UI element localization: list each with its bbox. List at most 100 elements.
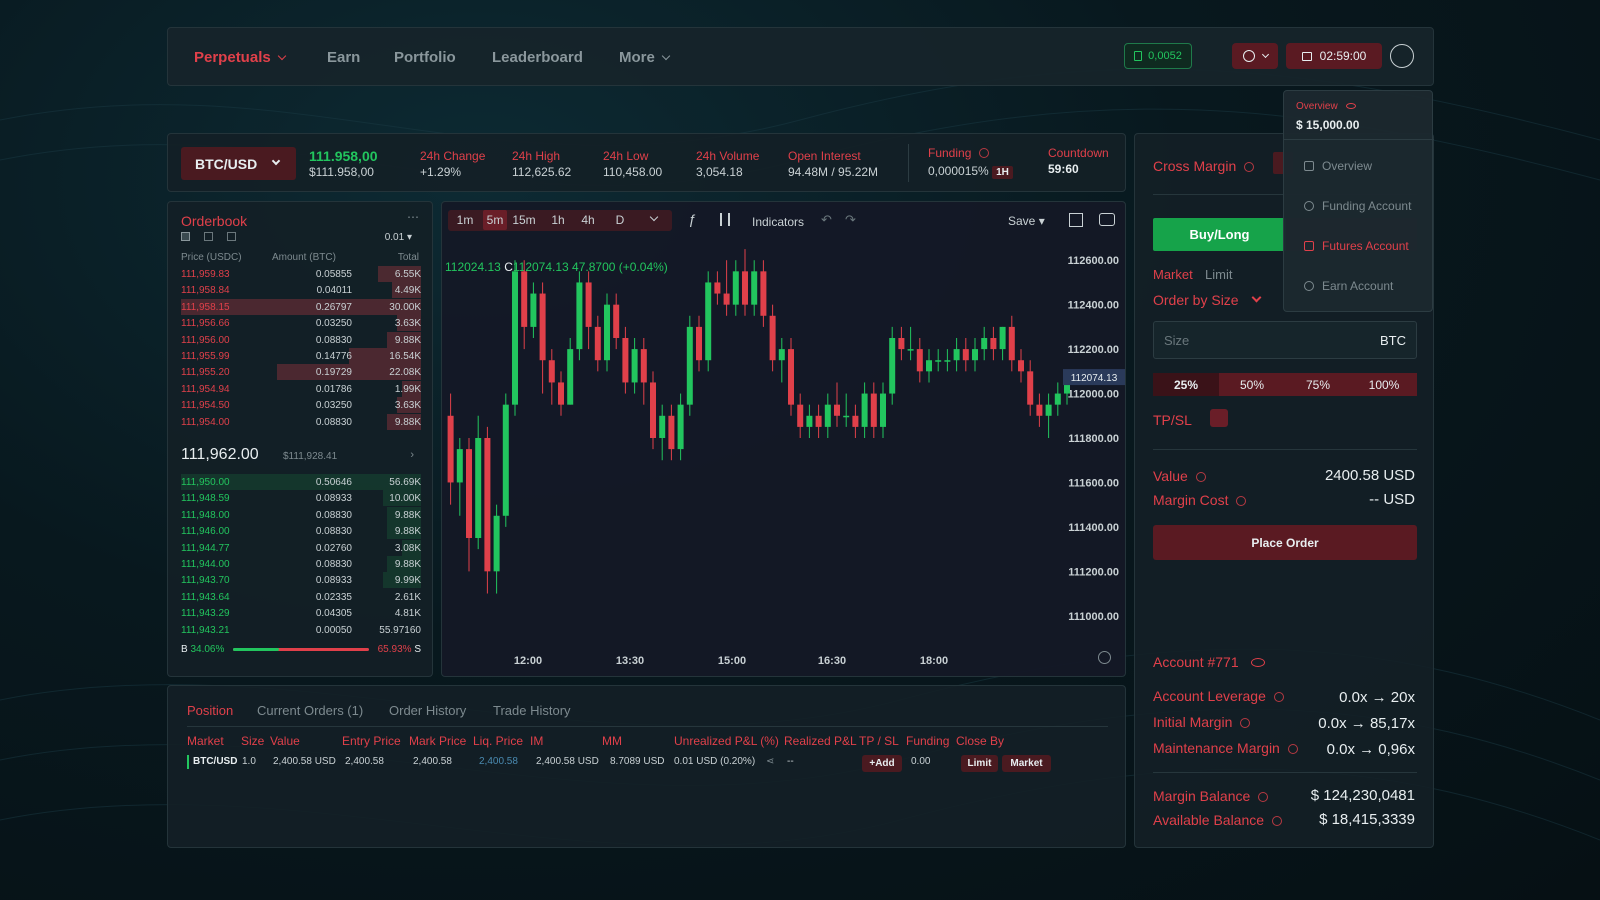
tab-position[interactable]: Position [187, 703, 233, 718]
bid-row[interactable]: 111,946.00 0.08830 9.88K [181, 523, 421, 540]
close-limit-button[interactable]: Limit [961, 755, 998, 772]
cell-unrealized-pnl: 0.01 USD (0.20%) [674, 756, 756, 767]
bid-row[interactable]: 111,943.21 0.00050 55.97160 [181, 622, 421, 638]
more-icon[interactable]: ⋯ [407, 210, 419, 224]
nav-more[interactable]: More [619, 49, 671, 66]
bid-row[interactable]: 111,943.64 0.02335 2.61K [181, 589, 421, 605]
place-order-button[interactable]: Place Order [1153, 525, 1417, 560]
eye-icon[interactable] [1250, 658, 1265, 667]
ask-row[interactable]: 111,955.20 0.19729 22.08K [181, 364, 421, 381]
order-type-market[interactable]: Market [1153, 267, 1193, 282]
session-timer[interactable]: 02:59:00 [1286, 43, 1382, 69]
user-profile-icon[interactable] [1390, 44, 1414, 68]
pct-25-button[interactable]: 25% [1153, 373, 1219, 396]
share-icon[interactable]: ⋖ [766, 756, 774, 767]
pct-50-button[interactable]: 50% [1219, 373, 1285, 396]
add-tpsl-button[interactable]: +Add [862, 755, 902, 772]
indicators-button[interactable]: Indicators [752, 215, 804, 229]
ask-row[interactable]: 111,954.50 0.03250 3.63K [181, 397, 421, 414]
nav-portfolio[interactable]: Portfolio [394, 49, 456, 66]
language-button[interactable] [1232, 43, 1278, 69]
pct-75-button[interactable]: 75% [1285, 373, 1351, 396]
camera-icon[interactable] [1099, 213, 1115, 226]
nav-earn[interactable]: Earn [327, 49, 360, 66]
save-button[interactable]: Save ▾ [1008, 214, 1045, 228]
eye-icon[interactable] [1345, 103, 1356, 109]
candle-body [456, 449, 463, 483]
ask-row[interactable]: 111,956.00 0.08830 9.88K [181, 331, 421, 348]
candle-body [824, 404, 831, 427]
timeframe-D[interactable]: D [608, 210, 632, 230]
timeframe-4h[interactable]: 4h [576, 210, 600, 230]
bid-row[interactable]: 111,944.77 0.02760 3.08K [181, 539, 421, 556]
pair-selector[interactable]: BTC/USD [181, 147, 296, 180]
bid-row[interactable]: 111,950.00 0.50646 56.69K [181, 474, 421, 490]
close-market-button[interactable]: Market [1002, 755, 1051, 772]
ask-row[interactable]: 111,958.84 0.04011 4.49K [181, 282, 421, 299]
bid-row[interactable]: 111,943.70 0.08933 9.99K [181, 572, 421, 589]
bid-row[interactable]: 111,943.29 0.04305 4.81K [181, 605, 421, 621]
cell-total: 56.69K [389, 477, 421, 488]
ask-row[interactable]: 111,956.66 0.03250 3.63K [181, 315, 421, 332]
cell-price: 111,944.77 [181, 542, 230, 554]
timeframe-5m[interactable]: 5m [483, 210, 507, 230]
x-tick-label: 16:30 [818, 655, 846, 667]
info-icon [1236, 496, 1247, 506]
ask-row[interactable]: 111,958.15 0.26797 30.00K [181, 298, 421, 315]
bid-row[interactable]: 111,948.00 0.08830 9.88K [181, 506, 421, 523]
redo-icon[interactable]: ↷ [845, 212, 856, 228]
candle-body [962, 349, 969, 361]
bid-row[interactable]: 111,948.59 0.08933 10.00K [181, 490, 421, 507]
margin-mode-label[interactable]: Cross Margin [1153, 158, 1255, 174]
cell-liq-price: 2,400.58 [479, 756, 518, 767]
tab-trade-history[interactable]: Trade History [493, 703, 571, 718]
margin-cost-label: Margin Cost [1153, 492, 1247, 508]
settings-icon[interactable] [1098, 651, 1111, 664]
view-asks-icon[interactable] [227, 232, 236, 241]
ask-row[interactable]: 111,959.83 0.05855 6.55K [181, 266, 421, 282]
dropdown-item-overview[interactable]: Overview [1304, 159, 1372, 173]
tpsl-checkbox[interactable] [1210, 409, 1228, 427]
y-tick-label: 112000.00 [1068, 389, 1119, 401]
dropdown-item-futures-account[interactable]: Futures Account [1304, 239, 1409, 253]
buy-long-button[interactable]: Buy/Long [1153, 218, 1286, 251]
candlestick-chart[interactable]: 112600.00 112400.00 112200.00 112000.00 1118… [442, 238, 1127, 678]
chevron-right-icon[interactable]: › [410, 449, 414, 461]
tab-order-history[interactable]: Order History [389, 703, 466, 718]
pct-100-button[interactable]: 100% [1351, 373, 1417, 396]
order-type-limit[interactable]: Limit [1205, 267, 1232, 282]
function-icon[interactable]: ƒ [688, 211, 696, 227]
nav-perpetuals[interactable]: Perpetuals [194, 49, 286, 66]
dropdown-item-earn-account[interactable]: Earn Account [1304, 279, 1393, 293]
x-tick-label: 18:00 [920, 655, 948, 667]
funding-icon [1304, 201, 1314, 211]
timeframe-15m[interactable]: 15m [512, 210, 536, 230]
mid-price-usd: $111,928.41 [283, 451, 338, 462]
nav-leaderboard[interactable]: Leaderboard [492, 49, 583, 66]
order-by-select[interactable]: Order by Size [1153, 292, 1262, 308]
timeframe-1m[interactable]: 1m [453, 210, 477, 230]
header-price: Price (USDC) [181, 252, 242, 263]
funding-interval-select[interactable]: 1H [992, 166, 1013, 179]
tab-current-orders[interactable]: Current Orders (1) [257, 703, 363, 718]
candle-type-icon[interactable] [720, 213, 730, 226]
ask-row[interactable]: 111,954.00 0.08830 9.88K [181, 413, 421, 430]
precision-select[interactable]: 0.01 ▾ [385, 232, 412, 243]
dropdown-item-funding-account[interactable]: Funding Account [1304, 199, 1411, 213]
size-input[interactable]: Size BTC [1153, 321, 1417, 359]
wallet-balance-button[interactable]: 0,0052 [1124, 43, 1192, 69]
undo-icon[interactable]: ↶ [821, 212, 832, 228]
ratio-s-label: S [414, 644, 421, 655]
fullscreen-icon[interactable] [1069, 213, 1083, 227]
cell-amount: 0.03250 [315, 318, 352, 330]
timeframe-1h[interactable]: 1h [546, 210, 570, 230]
cell-amount: 0.03250 [315, 400, 352, 412]
view-bids-icon[interactable] [204, 232, 213, 241]
bid-row[interactable]: 111,944.00 0.08830 9.88K [181, 556, 421, 572]
ask-row[interactable]: 111,955.99 0.14776 16.54K [181, 348, 421, 364]
ask-row[interactable]: 111,954.94 0.01786 1.99K [181, 380, 421, 397]
cell-amount: 0.08830 [315, 509, 352, 521]
col-header-close-by: Close By [956, 734, 1005, 748]
view-both-icon[interactable] [181, 232, 190, 241]
info-icon [1273, 692, 1284, 702]
